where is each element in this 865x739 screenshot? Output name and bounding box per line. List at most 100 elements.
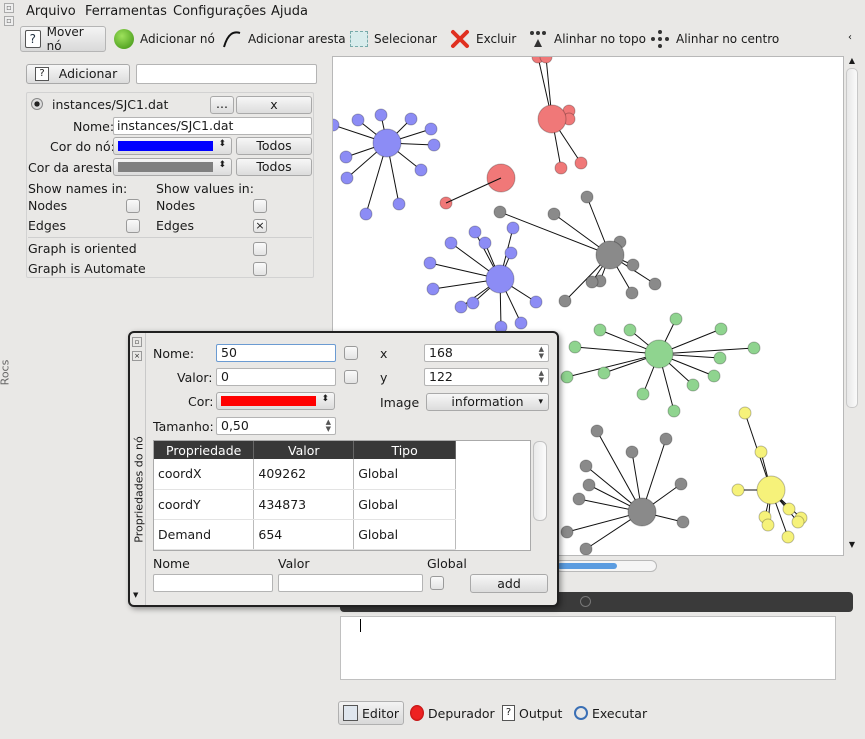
graph-node[interactable] bbox=[761, 518, 775, 532]
graph-node[interactable] bbox=[423, 256, 437, 270]
browse-button[interactable]: ... bbox=[210, 96, 234, 114]
graph-node[interactable] bbox=[579, 542, 593, 555]
automate-checkbox[interactable] bbox=[253, 262, 267, 276]
splitter-handle-icon[interactable] bbox=[580, 596, 591, 607]
window-menu-icon[interactable]: ▫ bbox=[4, 3, 14, 13]
column-header-property[interactable]: Propriedade bbox=[154, 441, 255, 459]
spin-arrows-icon[interactable]: ▲ ▼ bbox=[539, 346, 544, 360]
graph-node[interactable] bbox=[676, 515, 690, 529]
names-edges-checkbox[interactable] bbox=[126, 219, 140, 233]
graph-node[interactable] bbox=[427, 138, 441, 152]
graph-node[interactable] bbox=[554, 161, 568, 175]
graph-node[interactable] bbox=[623, 323, 637, 337]
graph-node[interactable] bbox=[782, 502, 796, 516]
toolbar-overflow-icon[interactable]: ‹ bbox=[848, 32, 852, 43]
spin-arrows-icon[interactable]: ▲ ▼ bbox=[539, 370, 544, 384]
table-row[interactable]: Demand 654 Global bbox=[154, 519, 456, 550]
graph-node[interactable] bbox=[547, 207, 561, 221]
scroll-up-icon[interactable]: ▲ bbox=[847, 56, 857, 66]
oriented-checkbox[interactable] bbox=[253, 242, 267, 256]
cell-type[interactable]: Global bbox=[353, 459, 456, 490]
menu-ajuda[interactable]: Ajuda bbox=[271, 4, 308, 19]
graph-node[interactable] bbox=[529, 295, 543, 309]
graph-radio[interactable] bbox=[31, 98, 43, 110]
graph-node[interactable] bbox=[478, 236, 492, 250]
node-color-combo[interactable]: ⬍ bbox=[113, 137, 232, 155]
node-name-input[interactable]: 50 bbox=[216, 344, 336, 362]
graph-node[interactable] bbox=[597, 366, 611, 380]
spin-arrows-icon[interactable]: ▲ ▼ bbox=[326, 419, 331, 433]
graph-node[interactable] bbox=[444, 236, 458, 250]
graph-node[interactable] bbox=[625, 445, 639, 459]
node-value-input[interactable]: 0 bbox=[216, 368, 336, 386]
node-x-spinbox[interactable]: 168 ▲ ▼ bbox=[424, 344, 549, 362]
graph-node[interactable] bbox=[585, 275, 599, 289]
graph-node[interactable] bbox=[574, 156, 588, 170]
values-nodes-checkbox[interactable] bbox=[253, 199, 267, 213]
tool-add-edge[interactable]: Adicionar aresta bbox=[218, 26, 350, 52]
graph-node[interactable] bbox=[558, 294, 572, 308]
table-row[interactable] bbox=[154, 549, 456, 550]
tool-align-top[interactable]: Alinhar no topo bbox=[524, 26, 650, 52]
graph-node[interactable] bbox=[414, 163, 428, 177]
tab-output[interactable]: ? Output bbox=[498, 701, 566, 725]
tab-editor[interactable]: Editor bbox=[338, 701, 404, 725]
dock-close-icon[interactable]: × bbox=[132, 351, 142, 361]
graph-node[interactable] bbox=[593, 323, 607, 337]
graph-node[interactable] bbox=[731, 483, 745, 497]
add-graph-button[interactable]: ? Adicionar bbox=[26, 64, 130, 84]
new-property-name-input[interactable] bbox=[153, 574, 273, 592]
graph-node[interactable] bbox=[707, 369, 721, 383]
node-color-all-button[interactable]: Todos bbox=[236, 137, 312, 155]
graph-node[interactable] bbox=[424, 122, 438, 136]
tool-select[interactable]: Selecionar bbox=[346, 26, 441, 52]
graph-node[interactable] bbox=[747, 341, 761, 355]
graph-name-input[interactable] bbox=[136, 64, 317, 84]
graph-node[interactable] bbox=[568, 340, 582, 354]
add-property-button[interactable]: add bbox=[470, 574, 548, 593]
graph-node[interactable] bbox=[560, 370, 574, 384]
properties-table[interactable]: Propriedade Valor Tipo coordX 409262 Glo… bbox=[153, 440, 531, 551]
graph-node[interactable] bbox=[667, 404, 681, 418]
graph-node[interactable] bbox=[340, 171, 354, 185]
cell-value[interactable]: 409262 bbox=[253, 459, 355, 490]
graph-node[interactable] bbox=[582, 478, 596, 492]
graph-hub-node[interactable] bbox=[627, 497, 657, 527]
new-property-global-checkbox[interactable] bbox=[430, 576, 444, 590]
graph-hub-node[interactable] bbox=[537, 104, 567, 134]
script-editor[interactable] bbox=[340, 616, 836, 680]
graph-node[interactable] bbox=[506, 221, 520, 235]
graph-node[interactable] bbox=[351, 113, 365, 127]
node-image-combo[interactable]: information ▾ bbox=[426, 393, 549, 411]
graph-node[interactable] bbox=[359, 207, 373, 221]
tool-add-node[interactable]: Adicionar nó bbox=[110, 26, 219, 52]
canvas-horizontal-scrollbar[interactable] bbox=[555, 560, 657, 572]
node-name-checkbox[interactable] bbox=[344, 346, 358, 360]
tool-align-center[interactable]: Alinhar no centro bbox=[646, 26, 783, 52]
graph-node[interactable] bbox=[404, 112, 418, 126]
close-graph-button[interactable]: x bbox=[236, 96, 312, 114]
graph-node[interactable] bbox=[392, 197, 406, 211]
tab-run[interactable]: Executar bbox=[570, 701, 651, 725]
cell-type[interactable]: Global bbox=[353, 489, 456, 520]
table-scrollbar[interactable] bbox=[533, 441, 547, 521]
graph-node[interactable] bbox=[659, 432, 673, 446]
canvas-vertical-scrollbar[interactable]: ▲ ▼ bbox=[845, 56, 859, 556]
graph-node[interactable] bbox=[636, 387, 650, 401]
cell-value[interactable]: 654 bbox=[253, 519, 355, 550]
graph-node[interactable] bbox=[713, 351, 727, 365]
graph-edge[interactable] bbox=[445, 177, 502, 204]
graph-node[interactable] bbox=[590, 424, 604, 438]
node-size-spinbox[interactable]: 0,50 ▲ ▼ bbox=[216, 417, 336, 435]
tool-move-node[interactable]: ? Mover nó bbox=[20, 25, 106, 53]
graph-node[interactable] bbox=[754, 445, 768, 459]
edge-color-combo[interactable]: ⬍ bbox=[113, 158, 232, 176]
menu-arquivo[interactable]: Arquivo bbox=[26, 4, 76, 19]
graph-node[interactable] bbox=[648, 277, 662, 291]
cell-value[interactable]: 434873 bbox=[253, 489, 355, 520]
table-row[interactable]: coordY 434873 Global bbox=[154, 489, 456, 520]
scroll-down-icon[interactable]: ▼ bbox=[847, 540, 857, 550]
graph-node[interactable] bbox=[579, 459, 593, 473]
node-y-spinbox[interactable]: 122 ▲ ▼ bbox=[424, 368, 549, 386]
graph-node[interactable] bbox=[374, 108, 388, 122]
